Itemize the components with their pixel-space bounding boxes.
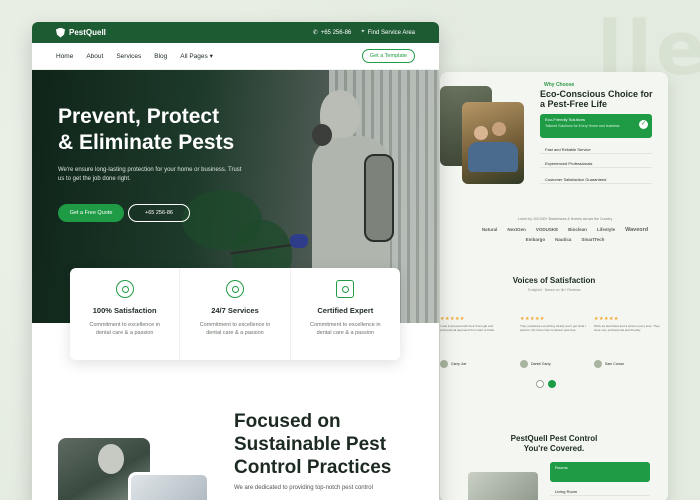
feature-text: Commitment to excellence in dental care … bbox=[310, 322, 381, 336]
nav-services[interactable]: Services bbox=[116, 53, 141, 60]
focus-title: Focused on Sustainable Pest Control Prac… bbox=[234, 411, 392, 478]
testimonial-name: Garry Joe bbox=[451, 362, 467, 366]
eco-eyebrow: Why Choose bbox=[544, 82, 575, 88]
testimonial-card: ★★★★★ Work as described and a winner eve… bbox=[594, 316, 662, 370]
main-page-preview: PestQuell ✆ +65 256-86 ⌖ Find Service Area… bbox=[32, 22, 439, 500]
brand-logo: VODUSKE bbox=[535, 227, 559, 232]
eco-item[interactable]: Customer Satisfaction Guaranteed bbox=[540, 174, 652, 184]
eco-title: Eco-Conscious Choice for a Pest-Free Lif… bbox=[540, 89, 653, 109]
logo[interactable]: PestQuell bbox=[56, 27, 106, 38]
coverage-image bbox=[468, 472, 538, 500]
sustainable-photo-inset bbox=[128, 472, 210, 500]
eco-item-label: Experienced Professionals bbox=[545, 161, 593, 166]
certificate-icon bbox=[336, 280, 355, 298]
testimonial-card: ★★★★★ They explained everything clearly … bbox=[520, 316, 588, 370]
feature-services: 24/7 Services Commitment to excellence i… bbox=[180, 268, 291, 360]
feature-text: Commitment to excellence in dental care … bbox=[199, 322, 271, 336]
free-quote-button[interactable]: Get a Free Quote bbox=[58, 204, 124, 222]
eco-item[interactable]: Experienced Professionals bbox=[540, 158, 652, 168]
brand-logo: Waveord bbox=[625, 227, 649, 233]
brand-logos: Natural NextGen VODUSKE Bioclean Lifesty… bbox=[470, 227, 660, 242]
brand-logo: Nautica bbox=[555, 237, 572, 242]
avatar bbox=[440, 360, 448, 368]
testimonial-text: Work as described and a winner every tim… bbox=[594, 324, 660, 332]
support-icon bbox=[225, 280, 244, 298]
hero-title-line: & Eliminate Pests bbox=[58, 131, 235, 154]
hero-title-line: Prevent, Protect bbox=[58, 105, 220, 128]
brand-logo: Natural bbox=[481, 227, 498, 232]
eco-item-label: Customer Satisfaction Guaranteed bbox=[545, 177, 607, 182]
brand-logo: NextGen bbox=[507, 227, 526, 232]
main-nav: Home About Services Blog All Pages ▾ Get… bbox=[32, 43, 439, 70]
feature-satisfaction: 100% Satisfaction Commitment to excellen… bbox=[70, 268, 181, 360]
avatar bbox=[594, 360, 602, 368]
coverage-item[interactable]: Living Room bbox=[550, 486, 650, 496]
testimonial-text: They explained everything clearly and I … bbox=[520, 324, 586, 332]
brand-logo: Lifestyle bbox=[596, 227, 616, 232]
phone-button[interactable]: +65 256-86 bbox=[128, 204, 190, 222]
shield-icon bbox=[56, 27, 65, 38]
coverage-title-line: You're Covered. bbox=[523, 444, 585, 453]
rating-stars: ★★★★★ bbox=[520, 316, 545, 322]
coverage-title-line: PestQuell Pest Control bbox=[510, 434, 598, 443]
eco-item-label: Eco-Friendly Solutions bbox=[545, 117, 586, 122]
hero-text: We're ensure long-lasting protection for… bbox=[58, 167, 242, 182]
coverage-item-label: Rooms bbox=[555, 465, 568, 470]
logo-text: PestQuell bbox=[69, 28, 106, 37]
location-icon: ⌖ bbox=[361, 29, 365, 35]
topbar-phone[interactable]: ✆ +65 256-86 bbox=[312, 29, 352, 37]
carousel-dots bbox=[536, 380, 556, 388]
eco-item[interactable]: Fast and Reliable Service bbox=[540, 144, 652, 154]
coverage-item-label: Living Room bbox=[555, 489, 578, 494]
avatar bbox=[520, 360, 528, 368]
nav-about[interactable]: About bbox=[86, 53, 103, 60]
coverage-title: PestQuell Pest Control You're Covered. bbox=[440, 434, 668, 454]
testimonial-text: I was impressed with their thorough and … bbox=[440, 324, 496, 332]
brand-logo: SmartTech bbox=[581, 237, 605, 242]
secondary-page-preview: Why Choose Eco-Conscious Choice for a Pe… bbox=[440, 72, 668, 500]
coverage-item-active[interactable]: Rooms bbox=[550, 462, 650, 482]
get-template-button[interactable]: Get a Template bbox=[361, 49, 415, 63]
eco-item-label: Fast and Reliable Service bbox=[545, 147, 591, 152]
rating-stars: ★★★★★ bbox=[594, 316, 619, 322]
feature-title: 100% Satisfaction bbox=[92, 306, 157, 315]
top-bar: PestQuell ✆ +65 256-86 ⌖ Find Service Area bbox=[32, 22, 439, 43]
topbar-service-area[interactable]: ⌖ Find Service Area bbox=[361, 29, 415, 36]
nav-blog[interactable]: Blog bbox=[154, 53, 167, 60]
focus-text: We are dedicated to providing top-notch … bbox=[234, 485, 373, 491]
features-card: 100% Satisfaction Commitment to excellen… bbox=[70, 268, 400, 360]
testimonials-title: Voices of Satisfaction bbox=[512, 276, 596, 285]
feature-text: Commitment to excellence in dental care … bbox=[89, 322, 160, 336]
hero-title: Prevent, Protect & Eliminate Pests bbox=[58, 104, 288, 156]
testimonial-name: Daniel Garry bbox=[531, 362, 551, 366]
check-icon: ✓ bbox=[639, 120, 648, 129]
trusted-by-text: Loved by 100,000+ Businesses & Homes acr… bbox=[517, 217, 613, 221]
feature-expert: Certified Expert Commitment to excellenc… bbox=[291, 268, 400, 360]
testimonial-card: ★★★★★ I was impressed with their thoroug… bbox=[440, 316, 508, 370]
testimonial-name: Sam Curran bbox=[605, 362, 624, 366]
phone-icon: ✆ bbox=[312, 30, 318, 36]
service-area-text: Find Service Area bbox=[367, 29, 415, 36]
nav-home[interactable]: Home bbox=[56, 53, 73, 60]
brand-logo: Embargo bbox=[525, 237, 546, 242]
brand-logo: Bioclean bbox=[568, 227, 587, 232]
nav-all-pages[interactable]: All Pages ▾ bbox=[180, 52, 213, 60]
carousel-next-dot[interactable] bbox=[548, 380, 556, 388]
phone-text: +65 256-86 bbox=[320, 29, 352, 36]
carousel-prev-dot[interactable] bbox=[536, 380, 544, 388]
badge-icon bbox=[115, 280, 134, 298]
eco-item-active[interactable]: Eco-Friendly Solutions Tailored Solution… bbox=[540, 114, 652, 138]
eco-family-photo bbox=[462, 102, 524, 184]
eco-item-sub: Tailored Solutions for Every Home and bu… bbox=[545, 124, 620, 128]
feature-title: Certified Expert bbox=[317, 306, 374, 315]
rating-stars: ★★★★★ bbox=[440, 316, 465, 322]
testimonials-subtitle: Trustpilot · Based on 3k+ Reviews bbox=[527, 288, 581, 292]
feature-title: 24/7 Services bbox=[211, 306, 259, 315]
